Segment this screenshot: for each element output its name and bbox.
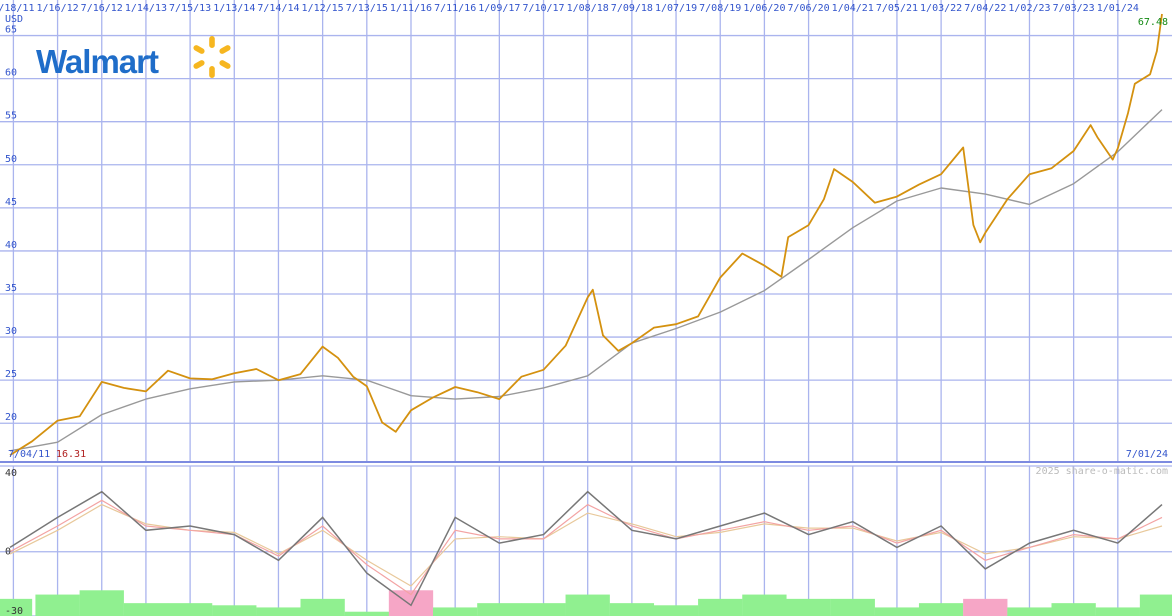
x-tick-label: 1/01/24	[1097, 3, 1139, 14]
y-tick-label: 55	[5, 111, 17, 122]
oscillator-line	[9, 490, 1163, 607]
currency-label: USD	[5, 14, 23, 25]
osc-bar	[35, 594, 80, 616]
osc-bar	[79, 590, 124, 616]
stock-chart: 7/18/111/16/127/16/121/14/137/15/131/13/…	[0, 0, 1172, 616]
x-tick-label: 7/05/21	[876, 3, 918, 14]
end-value-label: 67.48	[1138, 17, 1168, 28]
x-tick-label: 1/06/20	[743, 3, 785, 14]
x-tick-label: 7/16/12	[81, 3, 123, 14]
x-tick-label: 7/03/23	[1053, 3, 1095, 14]
spark-ray	[209, 36, 215, 48]
y-tick-label: 50	[5, 154, 17, 165]
osc-bar	[918, 603, 964, 616]
x-tick-label: 7/13/15	[346, 3, 388, 14]
logo-wordmark: Walmart	[36, 43, 159, 80]
x-tick-label: 1/16/12	[36, 3, 78, 14]
x-tick-label: 7/15/13	[169, 3, 211, 14]
osc-bar	[698, 598, 743, 616]
osc-bar	[786, 598, 831, 616]
y-tick-label: 20	[5, 412, 17, 423]
x-tick-label: 1/04/21	[832, 3, 874, 14]
osc-bar	[256, 607, 301, 616]
x-tick-label: 1/03/22	[920, 3, 962, 14]
y-tick-label: 30	[5, 326, 17, 337]
x-tick-label: 7/18/11	[0, 3, 34, 14]
y-tick-label: 40	[5, 240, 17, 251]
x-tick-label: 1/07/19	[655, 3, 697, 14]
y-tick-label: 65	[5, 25, 17, 36]
osc-y-tick-label: -30	[5, 606, 23, 616]
oscillator-lines	[9, 490, 1163, 607]
osc-bar	[344, 611, 389, 616]
osc-bar	[1139, 594, 1172, 616]
osc-y-tick-label: 0	[5, 547, 11, 558]
y-tick-label: 25	[5, 369, 17, 380]
osc-bar	[963, 598, 1008, 616]
start-date-label: 7/04/11	[8, 449, 50, 460]
x-tick-label: 7/06/20	[788, 3, 830, 14]
x-tick-label: 1/09/17	[478, 3, 520, 14]
osc-bar	[123, 603, 169, 616]
x-tick-label: 7/04/22	[964, 3, 1006, 14]
spark-ray	[209, 66, 215, 78]
oscillator-grid	[0, 465, 1172, 616]
start-value-label: 16.31	[56, 449, 86, 460]
end-date-label: 7/01/24	[1126, 449, 1168, 460]
osc-bar	[609, 603, 655, 616]
x-tick-label: 1/08/18	[567, 3, 609, 14]
y-tick-label: 35	[5, 283, 17, 294]
x-tick-label: 1/14/13	[125, 3, 167, 14]
osc-bar	[742, 594, 787, 616]
osc-bar	[1095, 607, 1140, 616]
x-tick-labels: 7/18/111/16/127/16/121/14/137/15/131/13/…	[0, 3, 1139, 14]
x-tick-label: 1/13/14	[213, 3, 255, 14]
osc-bar	[565, 594, 610, 616]
y-tick-label: 45	[5, 197, 17, 208]
x-tick-label: 7/08/19	[699, 3, 741, 14]
osc-bar	[653, 605, 699, 616]
x-tick-label: 7/09/18	[611, 3, 653, 14]
osc-bar	[477, 603, 522, 616]
osc-bar	[1007, 607, 1052, 616]
x-tick-label: 7/10/17	[522, 3, 564, 14]
osc-y-tick-label: 40	[5, 468, 17, 479]
osc-bar	[212, 605, 257, 616]
osc-bar	[433, 607, 478, 616]
x-tick-label: 1/11/16	[390, 3, 432, 14]
x-tick-label: 7/11/16	[434, 3, 476, 14]
osc-bar	[874, 607, 920, 616]
chart-stage: 7/18/111/16/127/16/121/14/137/15/131/13/…	[0, 0, 1172, 616]
osc-bar	[167, 603, 213, 616]
osc-bar	[521, 603, 566, 616]
osc-bar	[300, 598, 345, 616]
osc-bar	[830, 598, 875, 616]
oscillator-bars	[0, 590, 1172, 616]
x-tick-label: 1/02/23	[1008, 3, 1050, 14]
x-tick-label: 7/14/14	[257, 3, 299, 14]
oscillator-line	[9, 503, 1163, 587]
x-tick-label: 1/12/15	[302, 3, 344, 14]
watermark: 2025 share-o-matic.com	[1036, 466, 1168, 477]
osc-bar	[1051, 603, 1096, 616]
y-tick-label: 60	[5, 68, 17, 79]
